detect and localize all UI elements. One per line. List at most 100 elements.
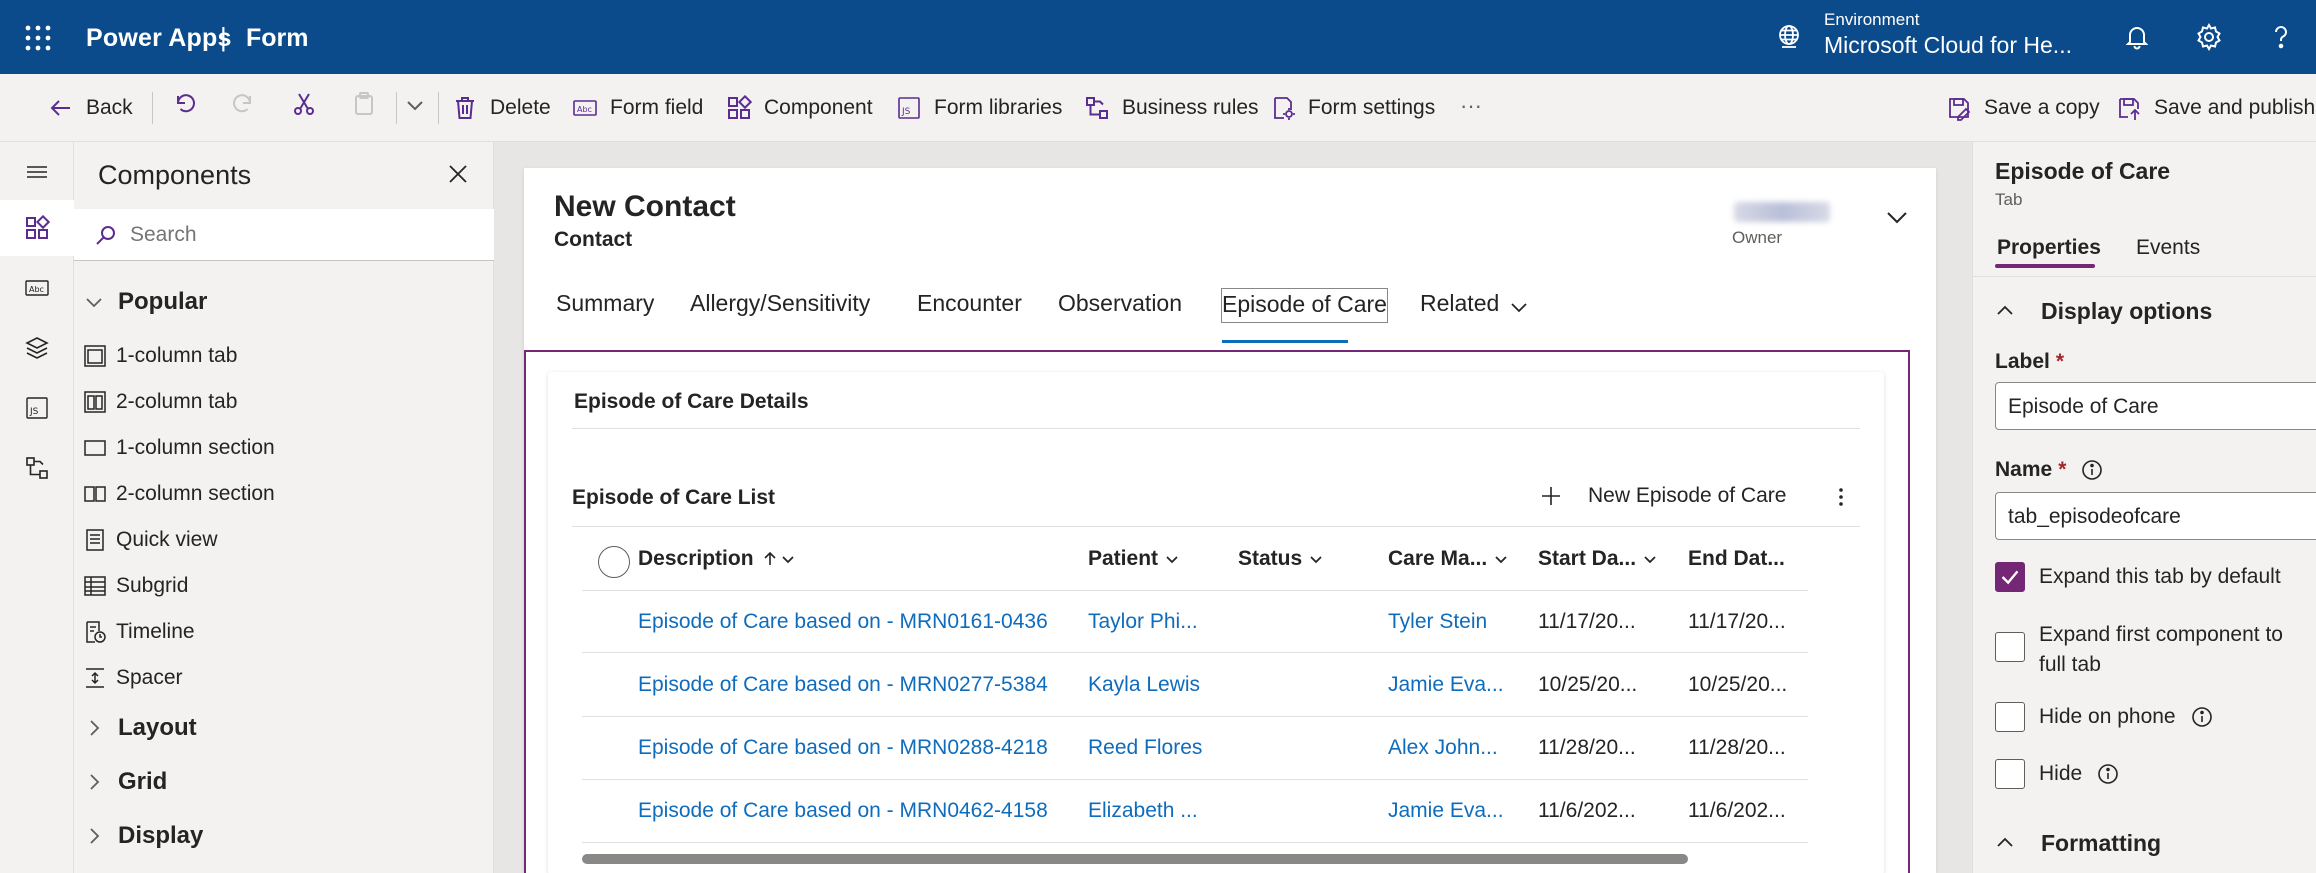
column-header-end-date[interactable]: End Dat...	[1688, 542, 1785, 576]
label-field[interactable]	[1995, 382, 2316, 430]
component-icon	[728, 95, 752, 119]
row-care-manager-link[interactable]: Tyler Stein	[1388, 610, 1487, 634]
tab-observation[interactable]: Observation	[1058, 290, 1182, 317]
rail-tree-view[interactable]	[0, 320, 74, 376]
rail-fields[interactable]: Abc	[0, 260, 74, 316]
business-rules-button[interactable]: Business rules	[1084, 90, 1259, 126]
column-header-care-manager[interactable]: Care Ma...	[1388, 542, 1509, 576]
collapse-menu-button[interactable]	[0, 144, 74, 200]
gear-icon[interactable]	[2194, 22, 2224, 52]
chevron-down-icon[interactable]	[1882, 202, 1912, 232]
tab-episode-of-care[interactable]: Episode of Care	[1221, 288, 1388, 323]
chevron-right-icon	[90, 720, 100, 736]
group-grid[interactable]: Grid	[84, 764, 167, 800]
component-2-column-section[interactable]: 2-column section	[82, 476, 275, 512]
row-description-link[interactable]: Episode of Care based on - MRN0277-5384	[638, 673, 1048, 697]
group-popular[interactable]: Popular	[84, 284, 207, 320]
help-icon[interactable]	[2266, 22, 2296, 52]
form-title[interactable]: New Contact	[554, 190, 736, 224]
rail-form-libraries[interactable]: JS	[0, 380, 74, 436]
environment-picker[interactable]: Microsoft Cloud for He...	[1824, 32, 2072, 59]
cut-icon[interactable]	[290, 90, 318, 118]
display-options-toggle[interactable]: Display options	[1995, 294, 2212, 328]
info-icon[interactable]	[2190, 705, 2214, 729]
tab-related[interactable]: Related	[1420, 290, 1499, 317]
tab-encounter[interactable]: Encounter	[917, 290, 1022, 317]
group-layout[interactable]: Layout	[84, 710, 197, 746]
component-subgrid[interactable]: Subgrid	[82, 568, 188, 604]
row-care-manager-link[interactable]: Alex John...	[1388, 736, 1498, 760]
row-patient-link[interactable]: Reed Flores	[1088, 736, 1202, 760]
app-name[interactable]: Power Apps	[86, 24, 232, 53]
column-header-description[interactable]: Description	[638, 542, 796, 576]
row-patient-link[interactable]: Taylor Phi...	[1088, 610, 1198, 634]
more-commands-button[interactable]: ···	[1460, 88, 1482, 124]
rail-components[interactable]	[0, 200, 74, 256]
episode-of-care-section[interactable]: Episode of Care Details Episode of Care …	[548, 372, 1884, 873]
selected-tab-content[interactable]: Episode of Care Details Episode of Care …	[524, 350, 1910, 873]
chevron-down-icon[interactable]	[404, 94, 426, 116]
component-spacer[interactable]: Spacer	[82, 660, 183, 696]
row-description-link[interactable]: Episode of Care based on - MRN0161-0436	[638, 610, 1048, 634]
info-icon[interactable]	[2096, 762, 2120, 786]
properties-subtitle: Tab	[1995, 190, 2023, 209]
component-quick-view[interactable]: Quick view	[82, 522, 218, 558]
form-libraries-button[interactable]: JS Form libraries	[896, 90, 1062, 126]
component-timeline[interactable]: Timeline	[82, 614, 195, 650]
group-display[interactable]: Display	[84, 818, 203, 854]
formatting-toggle[interactable]: Formatting	[1995, 826, 2161, 860]
bell-icon[interactable]	[2122, 22, 2152, 52]
tab-properties[interactable]: Properties	[1997, 236, 2101, 260]
select-all-checkbox[interactable]	[598, 546, 630, 578]
search-input[interactable]	[130, 219, 470, 251]
owner-value	[1734, 202, 1830, 222]
save-copy-icon	[1949, 98, 1971, 121]
search-icon	[96, 226, 115, 245]
component-1-column-tab[interactable]: 1-column tab	[82, 338, 237, 374]
paste-icon[interactable]	[350, 90, 378, 118]
undo-icon[interactable]	[170, 90, 198, 118]
component-button[interactable]: Component	[726, 90, 873, 126]
form-settings-button[interactable]: Form settings	[1270, 90, 1435, 126]
row-patient-link[interactable]: Kayla Lewis	[1088, 673, 1200, 697]
rail-business-rules[interactable]	[0, 440, 74, 496]
components-search[interactable]	[74, 209, 494, 261]
hide-on-phone-checkbox[interactable]	[1995, 702, 2025, 732]
hide-checkbox[interactable]	[1995, 759, 2025, 789]
row-description-link[interactable]: Episode of Care based on - MRN0462-4158	[638, 799, 1048, 823]
chevron-down-icon	[86, 298, 102, 308]
column-header-start-date[interactable]: Start Da...	[1538, 542, 1658, 576]
expand-default-checkbox[interactable]	[1995, 562, 2025, 592]
row-care-manager-link[interactable]: Jamie Eva...	[1388, 673, 1504, 697]
name-input[interactable]	[2008, 502, 2308, 532]
name-field[interactable]	[1995, 492, 2316, 540]
delete-icon	[456, 97, 474, 119]
row-patient-link[interactable]: Elizabeth ...	[1088, 799, 1198, 823]
tab-allergy-sensitivity[interactable]: Allergy/Sensitivity	[690, 290, 870, 317]
waffle-icon[interactable]	[24, 24, 52, 52]
component-1-column-section[interactable]: 1-column section	[82, 430, 275, 466]
save-publish-button[interactable]: Save and publish	[2116, 90, 2315, 126]
expand-first-checkbox[interactable]	[1995, 632, 2025, 662]
tab-summary[interactable]: Summary	[556, 290, 654, 317]
delete-button[interactable]: Delete	[452, 90, 551, 126]
horizontal-scrollbar[interactable]	[582, 854, 1688, 864]
row-description-link[interactable]: Episode of Care based on - MRN0288-4218	[638, 736, 1048, 760]
info-icon[interactable]	[2080, 458, 2104, 482]
label-input[interactable]	[2008, 392, 2308, 422]
column-header-status[interactable]: Status	[1238, 542, 1324, 576]
component-2-column-tab[interactable]: 2-column tab	[82, 384, 237, 420]
row-care-manager-link[interactable]: Jamie Eva...	[1388, 799, 1504, 823]
close-icon[interactable]	[444, 160, 472, 188]
subgrid-icon	[84, 576, 106, 596]
more-vertical-icon[interactable]	[1828, 484, 1854, 510]
save-copy-button[interactable]: Save a copy	[1946, 90, 2100, 126]
back-button[interactable]: Back	[48, 90, 133, 126]
new-episode-of-care-button[interactable]: New Episode of Care	[1538, 478, 1786, 514]
redo-icon[interactable]	[230, 90, 258, 118]
globe-icon[interactable]	[1774, 22, 1804, 52]
chevron-down-icon[interactable]	[1508, 296, 1530, 318]
form-field-button[interactable]: Abc Form field	[572, 90, 703, 126]
column-header-patient[interactable]: Patient	[1088, 542, 1180, 576]
tab-events[interactable]: Events	[2136, 236, 2200, 260]
